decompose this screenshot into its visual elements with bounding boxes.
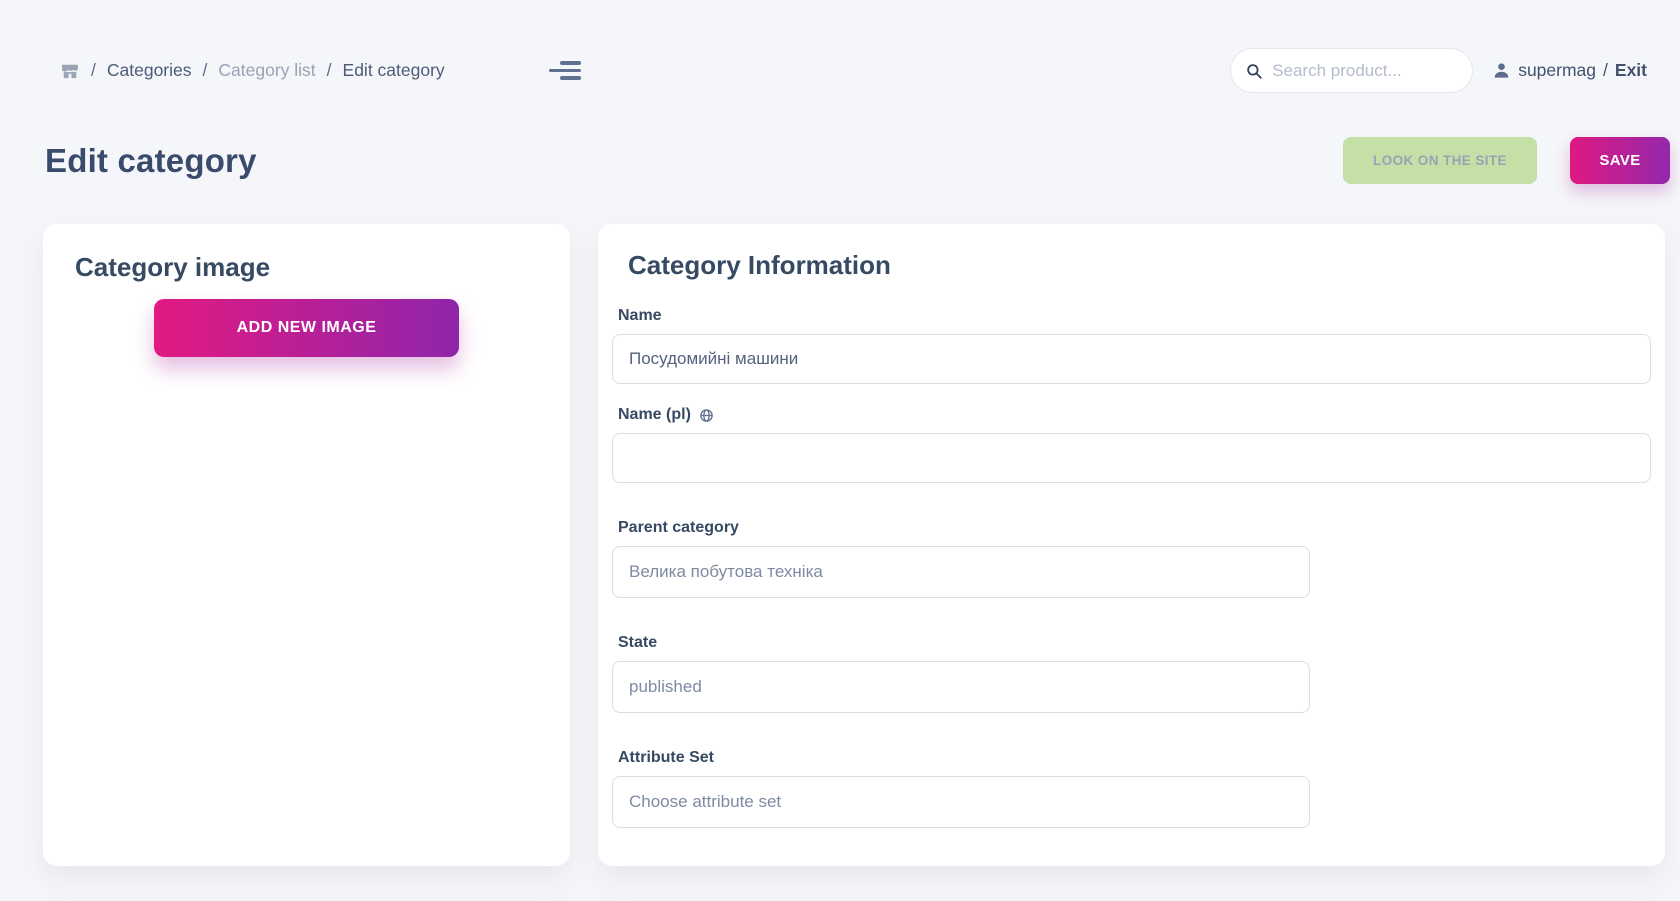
page-actions: LOOK ON THE SITE SAVE: [1343, 137, 1670, 184]
field-state: State: [612, 634, 1651, 713]
breadcrumb-separator: /: [91, 60, 96, 81]
content: Category image ADD NEW IMAGE Category In…: [0, 224, 1680, 866]
parent-category-input[interactable]: [612, 546, 1310, 598]
exit-link[interactable]: Exit: [1615, 60, 1647, 81]
field-parent-category: Parent category: [612, 519, 1651, 598]
attribute-set-input[interactable]: [612, 776, 1310, 828]
category-image-title: Category image: [75, 252, 538, 283]
search-box: [1230, 48, 1473, 93]
field-name: Name: [612, 307, 1651, 384]
name-pl-label: Name (pl): [618, 406, 1651, 424]
user-menu[interactable]: supermag / Exit: [1492, 60, 1647, 81]
user-exit-separator: /: [1603, 60, 1608, 81]
topbar: / Categories / Category list / Edit cate…: [0, 0, 1680, 93]
name-label: Name: [618, 307, 1651, 325]
breadcrumb-item-categories[interactable]: Categories: [107, 60, 192, 81]
state-label: State: [618, 634, 1651, 652]
search-icon: [1245, 62, 1263, 80]
category-information-card: Category Information Name Name (pl) Pare…: [598, 224, 1665, 866]
breadcrumb-item-edit-category: Edit category: [343, 60, 445, 81]
state-input[interactable]: [612, 661, 1310, 713]
username: supermag: [1518, 60, 1596, 81]
breadcrumb: / Categories / Category list / Edit cate…: [60, 60, 445, 81]
user-icon: [1492, 61, 1511, 80]
field-name-pl: Name (pl): [612, 406, 1651, 483]
home-breadcrumb-button[interactable]: [60, 61, 80, 81]
look-on-site-button[interactable]: LOOK ON THE SITE: [1343, 137, 1537, 184]
category-information-title: Category Information: [628, 250, 1651, 281]
field-attribute-set: Attribute Set: [612, 749, 1651, 828]
add-new-image-button[interactable]: ADD NEW IMAGE: [154, 299, 459, 357]
parent-category-label: Parent category: [618, 519, 1651, 537]
category-image-card: Category image ADD NEW IMAGE: [43, 224, 570, 866]
save-button[interactable]: SAVE: [1570, 137, 1670, 184]
name-input[interactable]: [612, 334, 1651, 384]
store-icon: [60, 61, 80, 81]
search-input[interactable]: [1272, 61, 1458, 81]
title-row: Edit category LOOK ON THE SITE SAVE: [0, 137, 1680, 184]
globe-icon: [699, 408, 714, 423]
breadcrumb-item-category-list[interactable]: Category list: [218, 60, 315, 81]
sidebar-menu-toggle-icon[interactable]: [549, 61, 581, 80]
breadcrumb-separator: /: [203, 60, 208, 81]
attribute-set-label: Attribute Set: [618, 749, 1651, 767]
breadcrumb-separator: /: [327, 60, 332, 81]
name-pl-input[interactable]: [612, 433, 1651, 483]
page-title: Edit category: [45, 142, 257, 180]
